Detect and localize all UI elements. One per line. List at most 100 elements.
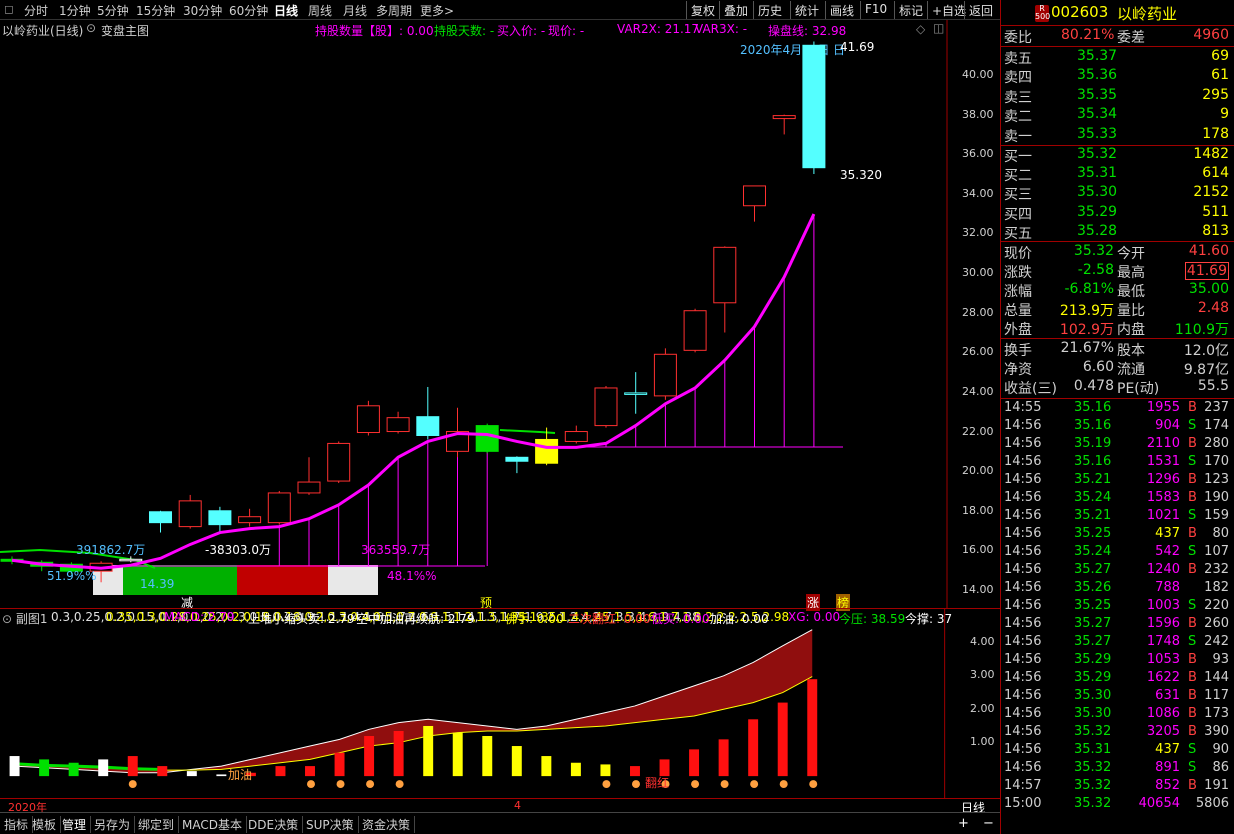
candle-body[interactable] [743, 185, 766, 207]
candle-body[interactable] [713, 246, 737, 304]
period-tab[interactable]: 15分钟 [136, 2, 175, 19]
candle-body[interactable] [119, 558, 143, 562]
op-line-curve [11, 213, 816, 570]
macd-chart[interactable] [0, 608, 1000, 798]
macd-axis-tick: 3.00 [970, 668, 995, 682]
macd-bar [305, 766, 315, 777]
zone-red [237, 565, 329, 595]
period-tab[interactable]: 周线 [308, 2, 332, 19]
period-tab[interactable]: 日线 [274, 2, 298, 19]
macd-bar [127, 756, 138, 777]
toolbar-button[interactable]: F10 [860, 1, 891, 19]
toolbar-menu-icon[interactable]: ◻ [4, 2, 14, 16]
macd-bar [423, 725, 434, 777]
macd-bar [39, 759, 50, 777]
period-tab[interactable]: 多周期 [376, 2, 412, 19]
indicator-tab[interactable]: SUP决策 [302, 816, 359, 833]
toolbar-button[interactable]: 叠加 [719, 1, 752, 19]
candle-body[interactable] [564, 431, 588, 442]
candle-body[interactable] [535, 438, 559, 464]
hand-icon [632, 780, 640, 789]
candle-body[interactable] [594, 387, 618, 427]
candle-body[interactable] [802, 44, 826, 169]
candle-body[interactable] [267, 492, 291, 524]
period-tab[interactable]: 更多> [420, 2, 454, 19]
order-ratio-row: 委比 80.21% 委差 4960 [1004, 27, 1229, 46]
candle-body[interactable] [356, 405, 380, 434]
price-axis-tick: 34.00 [962, 186, 994, 200]
tick-row: 14:57 35.32 852 B 191 [1004, 778, 1229, 793]
price-axis-tick: 40.00 [962, 68, 994, 81]
macd-bar [541, 756, 552, 777]
zone-white-right [328, 565, 378, 595]
indicator-tab[interactable]: 资金决策 [358, 816, 416, 833]
stock-name: 以岭药业 [1117, 5, 1178, 23]
candle-body[interactable] [208, 510, 232, 526]
toolbar-button[interactable]: 历史 [753, 1, 786, 19]
indicator-tab[interactable]: 模板 [28, 816, 62, 833]
annotation-high-value: 41.69 [840, 40, 875, 54]
stat-row: 涨幅 -6.81% 最低 35.00 [1004, 281, 1229, 300]
indicator-tab[interactable]: MACD基本 [178, 816, 247, 833]
hand-icon [366, 780, 375, 789]
macd-bar [600, 764, 611, 777]
macd-bar [511, 746, 522, 777]
candle-body[interactable] [416, 416, 440, 436]
tick-row: 14:56 35.19 2110 B 280 [1004, 436, 1229, 451]
fundamental-row: 换手 21.67% 股本 12.0亿 [1004, 340, 1229, 359]
hand-icon [691, 780, 700, 789]
toolbar-button[interactable]: 统计 [790, 1, 823, 19]
candle-body[interactable] [475, 425, 499, 452]
candlestick-chart[interactable] [0, 20, 1000, 608]
toolbar-button[interactable]: 返回 [964, 1, 997, 19]
indicator-tab[interactable]: 绑定到 [134, 816, 180, 833]
toolbar-button[interactable]: 画线 [825, 1, 858, 19]
period-tab[interactable]: 60分钟 [229, 2, 268, 19]
hand-icon [750, 780, 759, 789]
tick-row: 14:56 35.32 3205 B 390 [1004, 724, 1229, 739]
annotation-pct1: 51.9%% [47, 569, 97, 583]
candle-body[interactable] [297, 481, 321, 494]
period-tab[interactable]: 30分钟 [183, 2, 222, 19]
macd-bar [393, 730, 404, 777]
toolbar-button[interactable]: 复权 [686, 1, 719, 19]
candle-body[interactable] [683, 310, 707, 351]
zoom-out-button[interactable]: − [983, 816, 994, 831]
hand-icon [720, 780, 729, 789]
candle-body[interactable] [178, 500, 202, 528]
indicator-tab[interactable]: 管理 [58, 816, 92, 833]
candle-body[interactable] [624, 392, 648, 395]
hand-icon [128, 780, 137, 789]
indicator-tab[interactable]: DDE决策 [244, 816, 304, 833]
period-tab[interactable]: 月线 [343, 2, 367, 19]
tick-row: 15:00 35.32 40654 5806 [1004, 796, 1229, 811]
stat-row: 涨跌 -2.58 最高 41.69 [1004, 262, 1229, 281]
indicator-tab[interactable]: 另存为 [90, 816, 136, 833]
tick-row: 14:56 35.26 788 182 [1004, 580, 1229, 595]
candle-body[interactable] [386, 417, 410, 433]
hand-icon [602, 780, 611, 789]
hand-icon [809, 780, 818, 789]
macd-bar [157, 766, 168, 777]
price-axis-tick: 18.00 [962, 503, 994, 517]
tick-row: 14:56 35.31 437 S 90 [1004, 742, 1229, 757]
candle-body[interactable] [149, 511, 172, 524]
price-axis-tick: 38.00 [962, 107, 994, 121]
tick-row: 14:56 35.16 1531 S 170 [1004, 454, 1229, 469]
candle-body[interactable] [772, 115, 796, 120]
candle-body[interactable] [505, 456, 529, 462]
macd-bar [452, 732, 463, 777]
zoom-in-button[interactable]: + [958, 816, 969, 831]
period-tab[interactable]: 5分钟 [97, 2, 129, 19]
price-axis-tick: 28.00 [962, 305, 994, 319]
quote-panel: R 500 002603 以岭药业 委比 80.21% 委差 4960 卖五 35.… [1000, 0, 1234, 834]
macd-axis-tick: 4.00 [970, 634, 995, 648]
tick-row: 14:56 35.30 631 B 117 [1004, 688, 1229, 703]
candle-body[interactable] [238, 516, 262, 524]
candle-body[interactable] [653, 353, 677, 397]
toolbar-button[interactable]: 标记 [894, 1, 927, 19]
candle-body[interactable] [327, 442, 351, 482]
period-tab[interactable]: 分时 [24, 2, 48, 19]
turn-red-label: 翻红 [645, 776, 670, 790]
period-tab[interactable]: 1分钟 [59, 2, 91, 19]
